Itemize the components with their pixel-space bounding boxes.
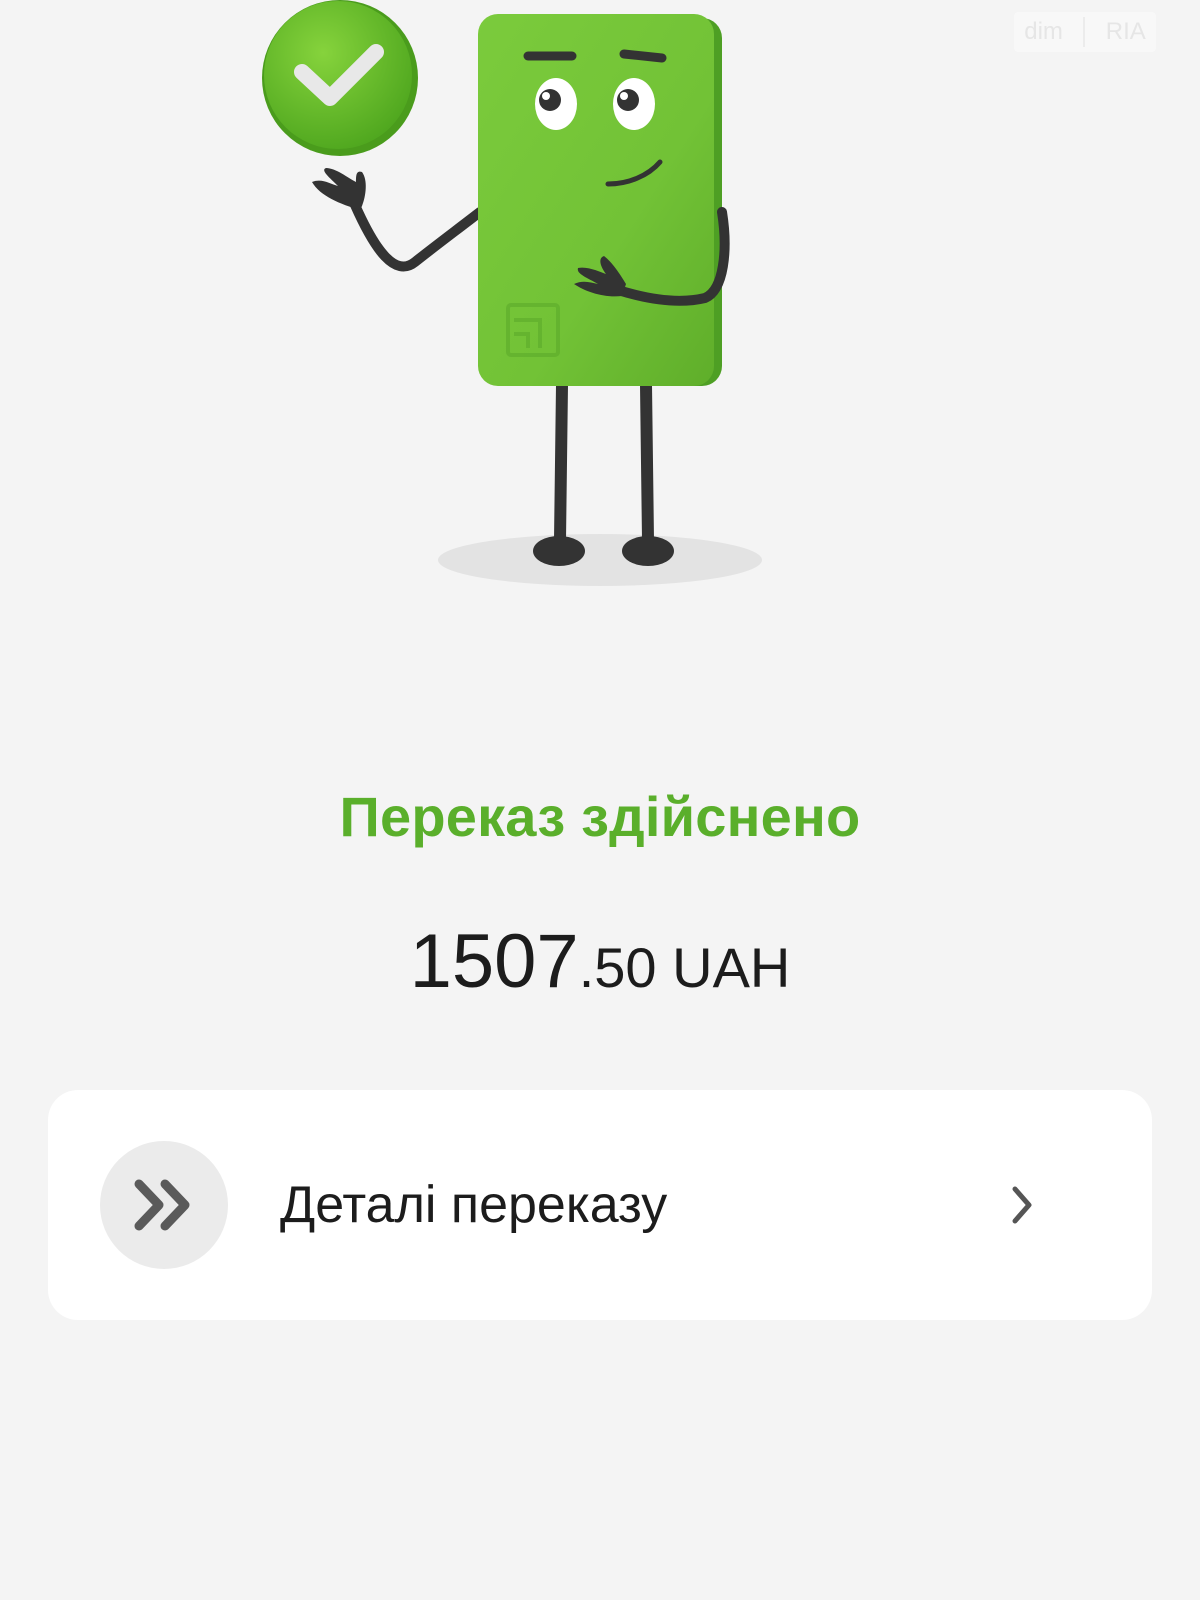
chevron-right-icon <box>1012 1186 1032 1224</box>
mascot-illustration <box>262 0 762 586</box>
ground-shadow <box>438 534 762 586</box>
double-chevron-right-icon <box>134 1179 190 1231</box>
transfer-details-label: Деталі переказу <box>280 1176 668 1234</box>
checkmark-badge <box>262 0 418 156</box>
details-icon-circle <box>100 1141 228 1269</box>
mascot-left-arm <box>312 168 485 272</box>
transfer-details-button[interactable]: Деталі переказу <box>48 1090 1152 1320</box>
amount-integer: 1507 <box>409 919 579 1004</box>
amount-fraction: .50 <box>578 936 657 999</box>
chevron-right-wrap <box>992 1175 1052 1235</box>
transfer-success-title: Переказ здійснено <box>339 785 861 848</box>
amount-currency: UAH <box>656 936 791 999</box>
transfer-success-screen: dim RIA Переказ здійснено 1507.50 UAH Де… <box>0 0 1200 1600</box>
transfer-amount: 1507.50 UAH <box>0 918 1200 1005</box>
card-body <box>478 14 714 386</box>
